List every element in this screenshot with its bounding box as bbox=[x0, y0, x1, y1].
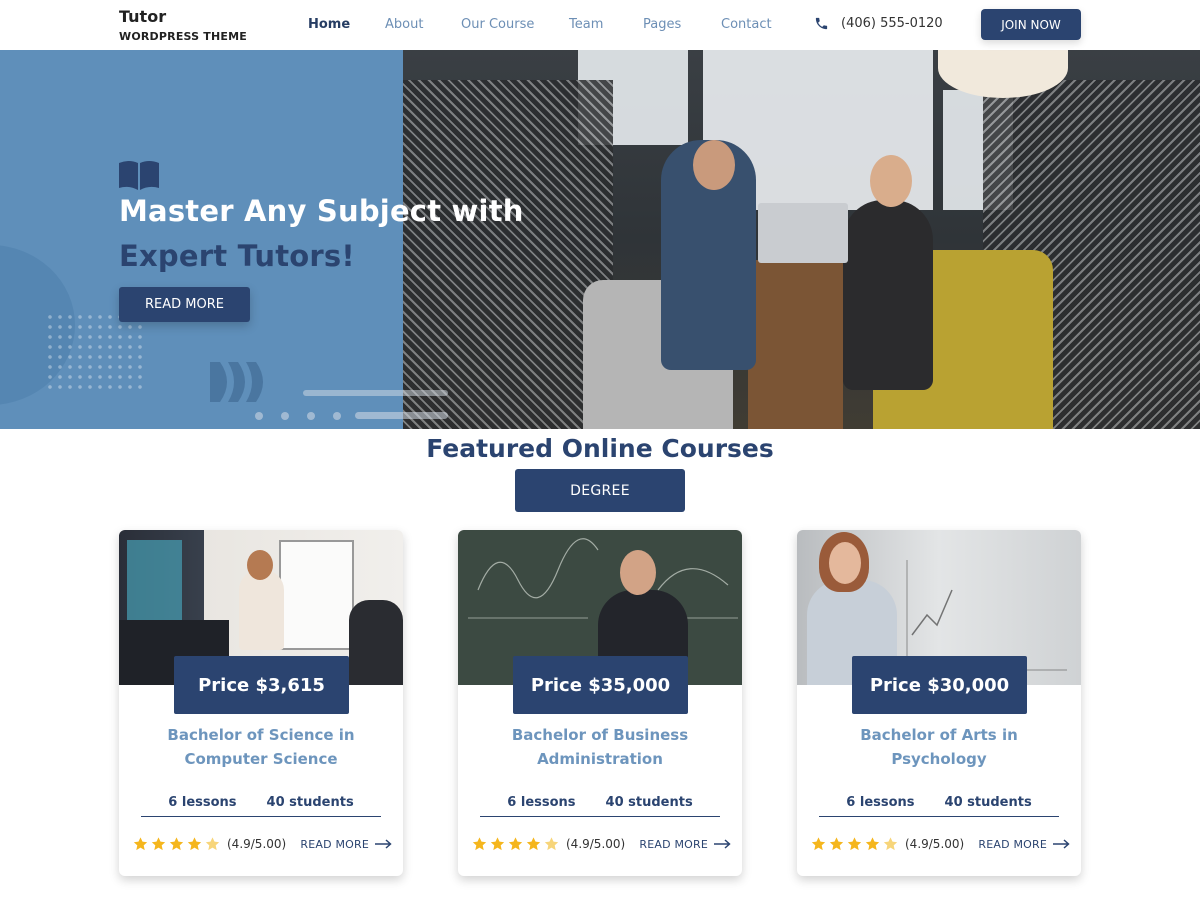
student-woman-head bbox=[870, 155, 912, 207]
nav-contact[interactable]: Contact bbox=[721, 17, 772, 32]
read-more-label: READ MORE bbox=[300, 837, 369, 851]
student-man-head bbox=[693, 140, 735, 190]
phone-number: (406) 555-0120 bbox=[841, 16, 943, 31]
course-title[interactable]: Bachelor of Arts in Psychology bbox=[817, 723, 1061, 771]
degree-filter-button[interactable]: DEGREE bbox=[515, 469, 685, 512]
star-icon bbox=[526, 837, 541, 851]
star-icon bbox=[847, 837, 862, 851]
course-meta: 6 lessons 40 students bbox=[141, 795, 381, 817]
price-tag: Price $35,000 bbox=[513, 656, 688, 714]
read-more-label: READ MORE bbox=[639, 837, 708, 851]
logo-subtitle: WORDPRESS THEME bbox=[119, 30, 247, 43]
nav-our-course[interactable]: Our Course bbox=[461, 17, 534, 32]
read-more-label: READ MORE bbox=[978, 837, 1047, 851]
whiteboard bbox=[279, 540, 354, 650]
lessons-count: 6 lessons bbox=[846, 795, 915, 810]
laptop bbox=[758, 203, 848, 263]
star-icon bbox=[811, 837, 826, 851]
star-half-icon bbox=[205, 837, 220, 851]
star-icon bbox=[169, 837, 184, 851]
wooden-table bbox=[748, 260, 843, 429]
star-half-icon bbox=[883, 837, 898, 851]
presenter-head bbox=[247, 550, 273, 580]
presenter bbox=[239, 570, 284, 650]
hero-image bbox=[403, 50, 1200, 429]
arrow-right-icon bbox=[1053, 839, 1070, 849]
rating-text: (4.9/5.00) bbox=[227, 837, 287, 851]
course-footer: (4.9/5.00) READ MORE bbox=[471, 834, 731, 854]
audience-person bbox=[349, 600, 403, 685]
arrow-right-icon bbox=[375, 839, 392, 849]
star-icon bbox=[829, 837, 844, 851]
student-woman bbox=[843, 200, 933, 390]
course-meta: 6 lessons 40 students bbox=[819, 795, 1059, 817]
card-read-more-link[interactable]: READ MORE bbox=[300, 838, 392, 851]
star-rating bbox=[471, 836, 560, 852]
hero-title-line1: Master Any Subject with bbox=[119, 194, 524, 228]
join-now-button[interactable]: JOIN NOW bbox=[981, 9, 1081, 40]
students-count: 40 students bbox=[944, 795, 1032, 810]
course-card[interactable]: Price $30,000 Bachelor of Arts in Psycho… bbox=[797, 530, 1081, 876]
rating-text: (4.9/5.00) bbox=[566, 837, 626, 851]
card-read-more-link[interactable]: READ MORE bbox=[639, 838, 731, 851]
price-tag: Price $30,000 bbox=[852, 656, 1027, 714]
students-count: 40 students bbox=[605, 795, 693, 810]
star-rating bbox=[132, 836, 221, 852]
arrow-right-icon bbox=[714, 839, 731, 849]
course-card[interactable]: Price $3,615 Bachelor of Science in Comp… bbox=[119, 530, 403, 876]
star-icon bbox=[187, 837, 202, 851]
logo-title[interactable]: Tutor bbox=[119, 7, 166, 26]
hero-read-more-button[interactable]: READ MORE bbox=[119, 287, 250, 322]
open-book-icon bbox=[119, 161, 159, 190]
lecturer-head bbox=[620, 550, 656, 595]
price-tag: Price $3,615 bbox=[174, 656, 349, 714]
card-read-more-link[interactable]: READ MORE bbox=[978, 838, 1070, 851]
hero-title-line2: Expert Tutors! bbox=[119, 239, 355, 273]
phone-contact[interactable]: (406) 555-0120 bbox=[814, 16, 943, 31]
course-title[interactable]: Bachelor of Science in Computer Science bbox=[139, 723, 383, 771]
course-meta: 6 lessons 40 students bbox=[480, 795, 720, 817]
star-icon bbox=[151, 837, 166, 851]
rating-text: (4.9/5.00) bbox=[905, 837, 965, 851]
teacher-head bbox=[829, 542, 861, 584]
course-card[interactable]: Price $35,000 Bachelor of Business Admin… bbox=[458, 530, 742, 876]
course-title[interactable]: Bachelor of Business Administration bbox=[478, 723, 722, 771]
nav-home[interactable]: Home bbox=[308, 17, 350, 32]
hero-decor-dots bbox=[45, 312, 145, 392]
nav-team[interactable]: Team bbox=[569, 17, 603, 32]
star-rating bbox=[810, 836, 899, 852]
nav-about[interactable]: About bbox=[385, 17, 423, 32]
star-icon bbox=[508, 837, 523, 851]
star-icon bbox=[472, 837, 487, 851]
phone-icon bbox=[815, 17, 828, 30]
course-footer: (4.9/5.00) READ MORE bbox=[810, 834, 1070, 854]
site-header: Tutor WORDPRESS THEME Home About Our Cou… bbox=[0, 0, 1200, 50]
hero-slider-indicator[interactable] bbox=[255, 390, 455, 420]
section-title: Featured Online Courses bbox=[426, 434, 774, 463]
star-half-icon bbox=[544, 837, 559, 851]
hero-section: Master Any Subject with Expert Tutors! R… bbox=[0, 50, 1200, 429]
lessons-count: 6 lessons bbox=[507, 795, 576, 810]
mesh-partition bbox=[403, 80, 613, 429]
nav-pages[interactable]: Pages bbox=[643, 17, 681, 32]
star-icon bbox=[490, 837, 505, 851]
star-icon bbox=[865, 837, 880, 851]
star-icon bbox=[133, 837, 148, 851]
students-count: 40 students bbox=[266, 795, 354, 810]
lessons-count: 6 lessons bbox=[168, 795, 237, 810]
course-footer: (4.9/5.00) READ MORE bbox=[132, 834, 392, 854]
